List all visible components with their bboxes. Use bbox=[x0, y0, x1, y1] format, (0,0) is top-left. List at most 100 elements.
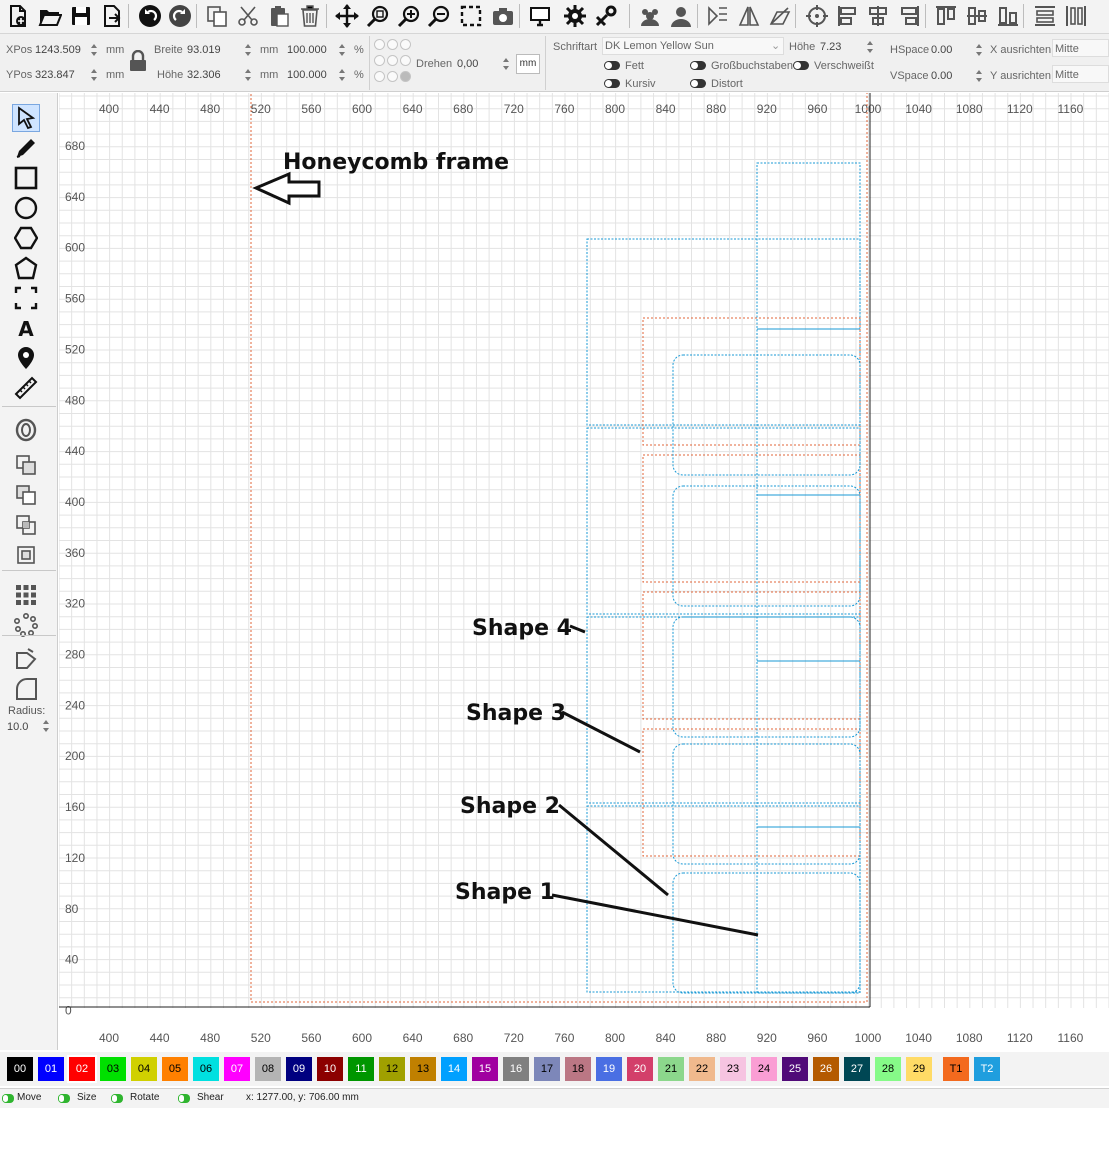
corner-tool-icon[interactable] bbox=[12, 284, 40, 312]
scale-x-spinner[interactable] bbox=[338, 42, 346, 58]
palette-swatch-02[interactable]: 02 bbox=[67, 1055, 97, 1083]
palette-swatch-01[interactable]: 01 bbox=[38, 1057, 64, 1081]
ref-point-bottom-center[interactable] bbox=[387, 71, 398, 82]
height-spinner[interactable] bbox=[244, 67, 252, 83]
font-select[interactable]: DK Lemon Yellow Sun ⌄ bbox=[602, 37, 784, 55]
delete-icon[interactable] bbox=[296, 2, 324, 30]
welded-toggle[interactable] bbox=[793, 61, 809, 70]
palette-swatch-07[interactable]: 07 bbox=[224, 1057, 250, 1081]
radius-input[interactable]: 10.0 bbox=[7, 720, 28, 734]
polygon-tool-icon[interactable] bbox=[12, 224, 40, 252]
ellipse-tool-icon[interactable] bbox=[12, 194, 40, 222]
ref-point-bottom-left[interactable] bbox=[374, 71, 385, 82]
offset-tool-icon[interactable] bbox=[12, 416, 40, 444]
palette-swatch-20[interactable]: 20 bbox=[627, 1057, 653, 1081]
align-center-icon[interactable] bbox=[803, 2, 831, 30]
align-vcenter-icon[interactable] bbox=[963, 2, 991, 30]
camera-icon[interactable] bbox=[489, 2, 517, 30]
undo-icon[interactable] bbox=[136, 2, 164, 30]
ypos-input[interactable]: 323.847 bbox=[35, 68, 75, 82]
rotate-toggle[interactable] bbox=[111, 1094, 123, 1103]
ref-point-middle-left[interactable] bbox=[374, 55, 385, 66]
ref-point-center[interactable] bbox=[387, 55, 398, 66]
ref-point-middle-right[interactable] bbox=[400, 55, 411, 66]
move-toggle[interactable] bbox=[2, 1094, 14, 1103]
italic-toggle[interactable] bbox=[604, 79, 620, 88]
palette-swatch-09[interactable]: 09 bbox=[286, 1057, 312, 1081]
unit-toggle-button[interactable]: mm bbox=[516, 54, 540, 74]
ref-point-top-left[interactable] bbox=[374, 39, 385, 50]
palette-swatch-08[interactable]: 08 bbox=[255, 1057, 281, 1081]
palette-swatch-25[interactable]: 25 bbox=[782, 1057, 808, 1081]
width-input[interactable]: 93.019 bbox=[187, 43, 221, 57]
distort-toggle[interactable] bbox=[690, 79, 706, 88]
group-icon[interactable] bbox=[636, 2, 664, 30]
scale-y-spinner[interactable] bbox=[338, 67, 346, 83]
align-bottom-icon[interactable] bbox=[994, 2, 1022, 30]
x-align-select[interactable]: Mitte bbox=[1052, 39, 1109, 57]
palette-swatch-28[interactable]: 28 bbox=[875, 1057, 901, 1081]
radius-spinner[interactable] bbox=[42, 718, 50, 734]
palette-swatch-26[interactable]: 26 bbox=[813, 1057, 839, 1081]
align-right-icon[interactable] bbox=[895, 2, 923, 30]
palette-swatch-23[interactable]: 23 bbox=[720, 1057, 746, 1081]
copy-icon[interactable] bbox=[203, 2, 231, 30]
vspace-spinner[interactable] bbox=[975, 68, 983, 84]
scale-x-input[interactable]: 100.000 bbox=[287, 43, 327, 57]
cut-icon[interactable] bbox=[234, 2, 262, 30]
font-height-spinner[interactable] bbox=[866, 39, 874, 55]
palette-swatch-12[interactable]: 12 bbox=[379, 1057, 405, 1081]
scale-y-input[interactable]: 100.000 bbox=[287, 68, 327, 82]
array-grid-icon[interactable] bbox=[12, 581, 40, 609]
vspace-input[interactable]: 0.00 bbox=[931, 69, 952, 83]
palette-swatch-05[interactable]: 05 bbox=[162, 1057, 188, 1081]
new-file-icon[interactable] bbox=[4, 2, 32, 30]
align-left-icon[interactable] bbox=[834, 2, 862, 30]
settings-icon[interactable] bbox=[561, 2, 589, 30]
palette-swatch-22[interactable]: 22 bbox=[689, 1057, 715, 1081]
measure-tool-icon[interactable] bbox=[12, 374, 40, 402]
xpos-input[interactable]: 1243.509 bbox=[35, 43, 81, 57]
rotate-input[interactable]: 0,00 bbox=[457, 57, 478, 71]
size-toggle[interactable] bbox=[58, 1094, 70, 1103]
boolean-union-icon[interactable] bbox=[12, 451, 40, 479]
palette-swatch-19[interactable]: 19 bbox=[596, 1057, 622, 1081]
zoom-fit-icon[interactable] bbox=[364, 2, 392, 30]
zoom-out-icon[interactable] bbox=[425, 2, 453, 30]
palette-swatch-21[interactable]: 21 bbox=[658, 1057, 684, 1081]
font-height-input[interactable]: 7.23 bbox=[820, 40, 841, 54]
rotate-spinner[interactable] bbox=[502, 56, 510, 72]
width-spinner[interactable] bbox=[244, 42, 252, 58]
boolean-subtract-icon[interactable] bbox=[12, 481, 40, 509]
ref-point-top-center[interactable] bbox=[387, 39, 398, 50]
ref-point-top-right[interactable] bbox=[400, 39, 411, 50]
location-pin-icon[interactable] bbox=[12, 344, 40, 372]
palette-swatch-06[interactable]: 06 bbox=[193, 1057, 219, 1081]
export-icon[interactable] bbox=[98, 2, 126, 30]
hspace-spinner[interactable] bbox=[975, 42, 983, 58]
distribute-vertical-icon[interactable] bbox=[1062, 2, 1090, 30]
caps-toggle[interactable] bbox=[690, 61, 706, 70]
align-top-icon[interactable] bbox=[932, 2, 960, 30]
bold-toggle[interactable] bbox=[604, 61, 620, 70]
palette-swatch-14[interactable]: 14 bbox=[441, 1057, 467, 1081]
palette-swatch-17[interactable]: 17 bbox=[534, 1057, 560, 1081]
palette-swatch-13[interactable]: 13 bbox=[410, 1057, 436, 1081]
hspace-input[interactable]: 0.00 bbox=[931, 43, 952, 57]
lock-ratio-icon[interactable] bbox=[128, 49, 148, 75]
corner-radius-icon[interactable] bbox=[12, 675, 40, 703]
boolean-intersect-icon[interactable] bbox=[12, 511, 40, 539]
align-hcenter-icon[interactable] bbox=[864, 2, 892, 30]
save-icon[interactable] bbox=[67, 2, 95, 30]
monitor-icon[interactable] bbox=[526, 2, 554, 30]
move-icon[interactable] bbox=[333, 2, 361, 30]
drawing-canvas[interactable]: 400 400 440 440 480 480 520 520 560 560 600 600 640 6… bbox=[59, 93, 1109, 1050]
palette-swatch-29[interactable]: 29 bbox=[906, 1057, 932, 1081]
palette-swatch-04[interactable]: 04 bbox=[131, 1057, 157, 1081]
palette-swatch-T1[interactable]: T1 bbox=[943, 1057, 969, 1081]
palette-swatch-18[interactable]: 18 bbox=[565, 1057, 591, 1081]
palette-swatch-16[interactable]: 16 bbox=[503, 1057, 529, 1081]
height-input[interactable]: 32.306 bbox=[187, 68, 221, 82]
boolean-exclude-icon[interactable] bbox=[12, 541, 40, 569]
palette-swatch-11[interactable]: 11 bbox=[348, 1057, 374, 1081]
